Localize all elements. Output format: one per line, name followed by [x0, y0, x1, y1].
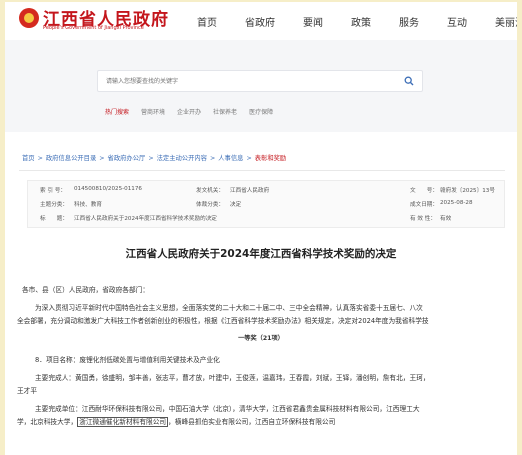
nav-provincial-government[interactable]: 省政府: [245, 14, 275, 29]
breadcrumb-separator: >: [146, 155, 156, 162]
document-meta-box: 索 引 号： 014500810/2025-01176 发文机关： 江西省人民政…: [27, 180, 505, 228]
hot-search-item[interactable]: 社保养老: [213, 107, 237, 116]
webpage: 江西省人民政府 People's Government of Jiangxi P…: [5, 2, 517, 455]
nav-home[interactable]: 首页: [197, 14, 217, 29]
outer-frame: 江西省人民政府 People's Government of Jiangxi P…: [0, 0, 522, 455]
meta-label: 索 引 号：: [40, 188, 66, 194]
meta-row: 索 引 号： 014500810/2025-01176 发文机关： 江西省人民政…: [28, 186, 504, 197]
breadcrumb-item[interactable]: 政府信息公开目录: [46, 155, 96, 162]
nav-news[interactable]: 要闻: [303, 14, 323, 29]
nav-beautiful-jiangxi[interactable]: 美丽江西: [495, 14, 517, 29]
breadcrumb-separator: >: [244, 155, 254, 162]
nav-services[interactable]: 服务: [399, 14, 419, 29]
search-box: [97, 70, 423, 92]
search-input[interactable]: [106, 75, 386, 88]
hot-search-item[interactable]: 营商环境: [141, 107, 165, 116]
meta-label: 标 题：: [40, 216, 68, 222]
document-salutation: 各市、县（区）人民政府，省政府各部门：: [22, 286, 150, 294]
breadcrumb-item[interactable]: 省政府办公厅: [108, 155, 146, 162]
document-paragraph-line: 为深入贯彻习近平新时代中国特色社会主义思想，全面落实党的二十大和二十届二中、三中…: [35, 304, 423, 312]
breadcrumb: 首页 > 政府信息公开目录 > 省政府办公厅 > 法定主动公开内容 > 人事信息…: [22, 153, 286, 162]
hot-search-label: 热门搜索: [105, 109, 130, 116]
document-paragraph-line: 全会部署，充分调动和激发广大科技工作者创新创业的积极性，根据《江西省科学技术奖励…: [17, 317, 429, 325]
hot-search-item[interactable]: 企业开办: [177, 107, 201, 116]
meta-label: 成文日期：: [410, 202, 438, 208]
project-completers: 主要完成人：黄国勇，徐盛明，邹丰善，张志平，曹才放，叶建中，王俊莲，温嘉玮，王春…: [35, 374, 430, 382]
units-text: 学，北京科技大学，: [17, 418, 78, 426]
meta-validity: 有效: [440, 216, 452, 222]
meta-row: 主题分类： 科技、教育 体裁分类： 决定 成文日期： 2025-08-28: [28, 200, 504, 211]
meta-issuer: 江西省人民政府: [230, 188, 270, 194]
project-units: 主要完成单位：江西耐华环保科技有限公司，中国石油大学（北京），清华大学，江西省君…: [35, 405, 420, 413]
search-icon[interactable]: [404, 76, 414, 86]
project-completers-cont: 王才平: [17, 387, 38, 395]
site-header: 江西省人民政府 People's Government of Jiangxi P…: [5, 2, 517, 40]
units-text: ，横峰县抓伯实业有限公司，江西自立环保科技有限公司: [168, 418, 336, 426]
award-grade-heading: 一等奖（21项）: [238, 335, 284, 342]
meta-label: 发文机关：: [196, 188, 224, 194]
meta-genre: 决定: [230, 202, 242, 208]
project-units-cont: 学，北京科技大学， 浙江微通催化新材料有限公司 ，横峰县抓伯实业有限公司，江西自立环…: [17, 416, 336, 427]
national-emblem-icon[interactable]: [19, 8, 39, 28]
breadcrumb-home[interactable]: 首页: [22, 155, 35, 162]
meta-label: 文 号：: [410, 188, 438, 194]
document-title: 江西省人民政府关于2024年度江西省科学技术奖励的决定: [125, 248, 397, 260]
breadcrumb-item[interactable]: 法定主动公开内容: [157, 155, 207, 162]
hot-search-item[interactable]: 医疗保障: [249, 107, 273, 116]
breadcrumb-current[interactable]: 表彰和奖励: [255, 155, 286, 162]
hot-search-row: 热门搜索 营商环境 企业开办 社保养老 医疗保障: [105, 107, 285, 116]
meta-title: 江西省人民政府关于2024年度江西省科学技术奖励的决定: [74, 216, 217, 222]
search-band: 热门搜索 营商环境 企业开办 社保养老 医疗保障: [5, 40, 517, 132]
main-nav: 首页 省政府 要闻 政策 服务 互动 美丽江西: [197, 14, 517, 29]
meta-label: 主题分类：: [40, 202, 68, 208]
breadcrumb-item[interactable]: 人事信息: [218, 155, 243, 162]
breadcrumb-separator: >: [97, 155, 107, 162]
highlighted-unit: 浙江微通催化新材料有限公司: [77, 417, 169, 427]
meta-label: 体裁分类：: [196, 202, 224, 208]
meta-document-number: 赣府发〔2025〕13号: [440, 188, 495, 194]
meta-row: 标 题： 江西省人民政府关于2024年度江西省科学技术奖励的决定 有 效 性： …: [28, 214, 504, 225]
site-subtitle: People's Government of Jiangxi Province: [43, 25, 144, 31]
project-name: 8．项目名称：废锂化剂低碳处置与增值利用关键技术及产业化: [35, 356, 220, 364]
nav-policy[interactable]: 政策: [351, 14, 371, 29]
meta-topic: 科技、教育: [74, 202, 102, 208]
breadcrumb-separator: >: [35, 155, 45, 162]
meta-date: 2025-08-28: [440, 200, 473, 206]
breadcrumb-separator: >: [207, 155, 218, 162]
meta-index-number: 014500810/2025-01176: [74, 186, 142, 192]
divider: [19, 170, 505, 171]
meta-label: 有 效 性：: [410, 216, 436, 222]
nav-interaction[interactable]: 互动: [447, 14, 467, 29]
